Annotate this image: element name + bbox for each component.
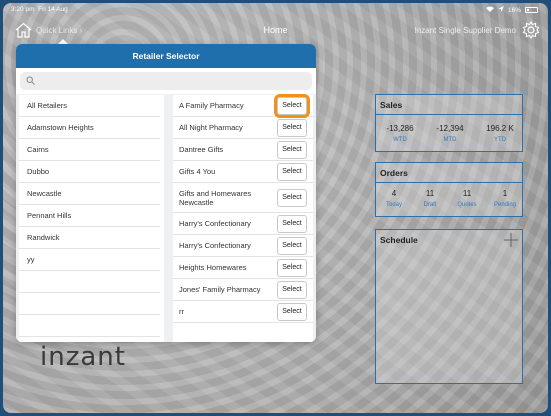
table-row: rr Select (173, 301, 313, 323)
metric-label: Draft (423, 202, 437, 208)
retailer-name: Harry's Confectionary (179, 219, 251, 228)
plus-icon[interactable] (504, 233, 518, 247)
metric-label: Pending (493, 202, 517, 208)
battery-icon (525, 7, 538, 13)
retailer-name: Harry's Confectionary (179, 241, 251, 250)
status-right: 16% (485, 6, 538, 14)
orders-draft[interactable]: 11 Draft (414, 189, 446, 208)
location-icon (497, 6, 504, 14)
status-time: 3:20 pm Fri 14 Aug (11, 6, 68, 13)
list-item[interactable]: Newcastle (19, 183, 160, 205)
list-item (19, 293, 160, 315)
table-row: Harry's Confectionary Select (173, 213, 313, 235)
sales-wtd[interactable]: -13,286 WTD (378, 124, 422, 143)
retailer-name: Gifts and Homewares Newcastle (179, 188, 252, 207)
table-row: Gifts and Homewares Newcastle Select (173, 183, 313, 213)
schedule-card: Schedule (375, 229, 523, 384)
metric-value: -12,394 (436, 124, 464, 133)
list-item[interactable]: Adamstown Heights (19, 117, 160, 139)
retailer-selector-popover: Retailer Selector All Retailers Adamstow… (16, 44, 316, 342)
select-button[interactable]: Select (277, 188, 307, 207)
table-row: A Family Pharmacy Select (173, 93, 313, 118)
popover-title: Retailer Selector (16, 44, 316, 68)
orders-today[interactable]: 4 Today (378, 189, 410, 208)
wifi-icon (485, 6, 494, 14)
retailer-name: Dantree Gifts (179, 145, 224, 154)
select-button[interactable]: Select (277, 118, 307, 137)
sales-title: Sales (380, 100, 403, 110)
select-button[interactable]: Select (277, 236, 307, 255)
list-item (19, 271, 160, 293)
search-icon (26, 76, 35, 85)
list-item[interactable]: All Retailers (19, 95, 160, 117)
inzant-logo: inzant (40, 342, 126, 372)
retailer-list: A Family Pharmacy Select All Night Pharm… (173, 93, 313, 342)
retailer-name: All Night Pharmacy (179, 123, 243, 132)
orders-title: Orders (380, 168, 408, 178)
select-button[interactable]: Select (277, 280, 307, 299)
metric-value: 196.2 K (486, 124, 514, 133)
divider (376, 182, 522, 183)
metric-value: 11 (425, 189, 435, 198)
list-item[interactable]: Cairns (19, 139, 160, 161)
metric-label: Today (385, 202, 402, 208)
table-row: Jones' Family Pharmacy Select (173, 279, 313, 301)
list-item[interactable]: Randwick (19, 227, 160, 249)
store-name[interactable]: Inzant Single Supplier Demo (415, 26, 516, 35)
metric-value: -13,286 (386, 124, 414, 133)
ipad-screen: 3:20 pm Fri 14 Aug 16% Quick Links › Hom… (3, 3, 548, 413)
table-row: Harry's Confectionary Select (173, 235, 313, 257)
orders-card[interactable]: Orders 4 Today 11 Draft 11 Quotes 1 Pend… (375, 162, 523, 217)
orders-quotes[interactable]: 11 Quotes (450, 189, 484, 208)
select-button[interactable]: Select (277, 302, 307, 321)
table-row: All Night Pharmacy Select (173, 117, 313, 139)
metric-label: MTD (443, 137, 457, 143)
battery-percent: 16% (507, 6, 521, 14)
table-row: Heights Homewares Select (173, 257, 313, 279)
table-row: Gifts 4 You Select (173, 161, 313, 183)
sales-ytd[interactable]: 196.2 K YTD (478, 124, 522, 143)
search-input[interactable] (20, 72, 312, 90)
retailer-name: rr (179, 307, 184, 316)
retailer-name: Heights Homewares (179, 263, 247, 272)
list-item[interactable]: yy (19, 249, 160, 271)
metric-value: 4 (391, 189, 397, 198)
list-item[interactable]: Pennant Hills (19, 205, 160, 227)
metric-value: 1 (502, 189, 508, 198)
status-bar: 3:20 pm Fri 14 Aug 16% (3, 3, 548, 16)
select-button[interactable]: Select (277, 140, 307, 159)
table-row: Dantree Gifts Select (173, 139, 313, 161)
gear-icon[interactable] (522, 20, 540, 40)
sales-card[interactable]: Sales -13,286 WTD -12,394 MTD 196.2 K YT… (375, 94, 523, 152)
popover-body: All Retailers Adamstown Heights Cairns D… (16, 93, 316, 342)
list-item[interactable]: Dubbo (19, 161, 160, 183)
select-button[interactable]: Select (277, 214, 307, 233)
select-button[interactable]: Select (277, 162, 307, 181)
metric-label: Quotes (457, 202, 477, 208)
retailer-name: A Family Pharmacy (179, 101, 244, 110)
divider (376, 114, 522, 115)
retailer-name: Gifts 4 You (179, 167, 216, 176)
sales-mtd[interactable]: -12,394 MTD (428, 124, 472, 143)
orders-pending[interactable]: 1 Pending (488, 189, 522, 208)
select-button[interactable]: Select (277, 258, 307, 277)
list-item (19, 315, 160, 337)
nav-bar: Quick Links › Home Inzant Single Supplie… (3, 16, 548, 44)
metric-label: YTD (494, 137, 506, 143)
select-button[interactable]: Select (274, 93, 310, 118)
retailer-name: Jones' Family Pharmacy (179, 285, 261, 294)
schedule-title: Schedule (380, 235, 418, 245)
metric-value: 11 (462, 189, 472, 198)
region-list: All Retailers Adamstown Heights Cairns D… (19, 95, 164, 342)
metric-label: WTD (393, 137, 407, 143)
